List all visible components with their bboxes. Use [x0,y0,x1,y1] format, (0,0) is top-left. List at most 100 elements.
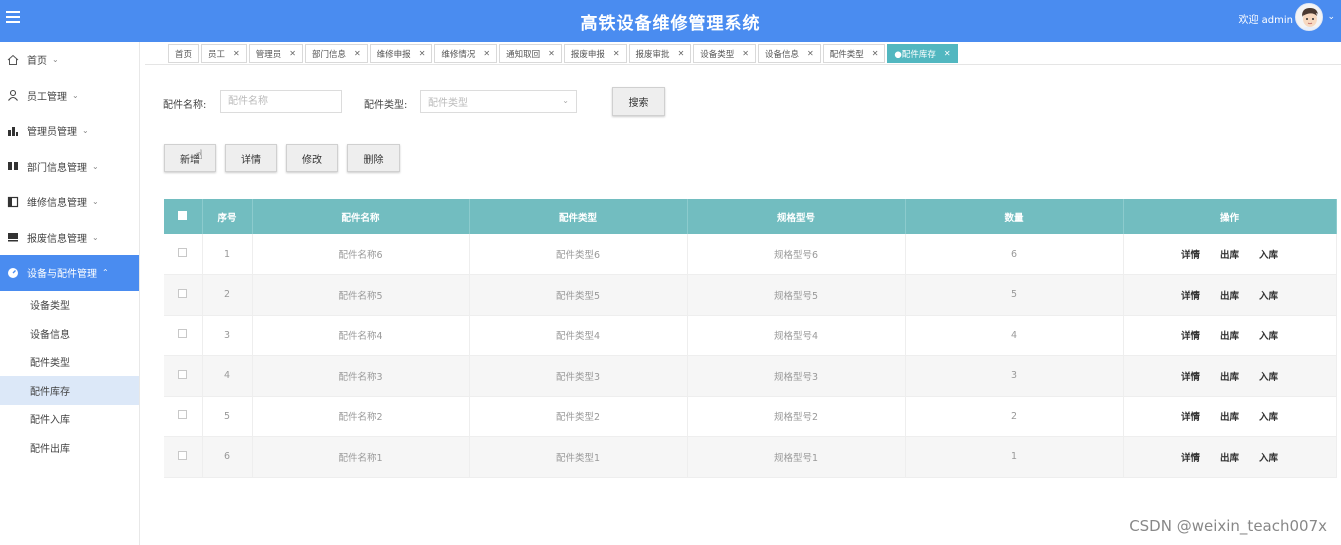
tab-part-type[interactable]: 配件类型 ✕ [822,44,886,63]
tab-scrap-apply[interactable]: 报废申报 ✕ [563,44,627,63]
row-out-link[interactable]: 出库 [1220,250,1239,261]
close-icon[interactable]: ✕ [678,49,685,58]
column-header[interactable]: 配件类型 [469,199,688,234]
row-out-link[interactable]: 出库 [1220,331,1239,342]
table-row[interactable]: 4 配件名称3 配件类型3 规格型号3 3 详情 出库 入库 [164,355,1337,397]
tab-notify-pickup[interactable]: 通知取回 ✕ [499,44,562,63]
select-all-checkbox[interactable] [178,210,188,220]
sidebar-item-equipment[interactable]: 设备与配件管理 ⌃ [0,255,139,291]
tab-equipment-info[interactable]: 设备信息 ✕ [757,44,821,63]
close-icon[interactable]: ✕ [548,49,555,58]
row-checkbox[interactable] [178,288,188,298]
row-detail-link[interactable]: 详情 [1181,412,1200,423]
sidebar-subitem-part-in[interactable]: 配件入库 [0,405,139,434]
sidebar-subitem-part-stock[interactable]: 配件库存 [0,376,139,405]
row-select-cell [164,234,203,275]
row-detail-link[interactable]: 详情 [1181,372,1200,383]
row-in-link[interactable]: 入库 [1259,412,1278,423]
mouse-pointer-icon: ☝ [195,148,203,163]
table-row[interactable]: 2 配件名称5 配件类型5 规格型号5 5 详情 出库 入库 [164,274,1337,316]
close-icon[interactable]: ✕ [944,49,951,58]
tab-staff[interactable]: 员工 ✕ [201,44,247,63]
close-icon[interactable]: ✕ [289,49,296,58]
close-icon[interactable]: ✕ [233,49,240,58]
row-in-link[interactable]: 入库 [1259,372,1278,383]
tab-equipment-type[interactable]: 设备类型 ✕ [693,44,756,63]
detail-button[interactable]: 详情 [225,144,277,172]
tab-home[interactable]: 首页 [168,44,200,63]
row-detail-link[interactable]: 详情 [1181,291,1200,302]
part-type-select[interactable]: 配件类型 ⌄ [420,90,577,113]
user-icon [6,89,19,102]
table-row[interactable]: 5 配件名称2 配件类型2 规格型号2 2 详情 出库 入库 [164,396,1337,437]
sidebar-item-department[interactable]: 部门信息管理 ⌄ [0,149,139,185]
row-checkbox[interactable] [178,450,188,460]
row-checkbox[interactable] [178,329,188,339]
app-title: 高铁设备维修管理系统 [580,14,761,34]
cell-actions: 详情 出库 入库 [1123,234,1337,275]
row-in-link[interactable]: 入库 [1259,291,1278,302]
chevron-down-icon[interactable]: ⌄ [1327,12,1335,22]
table-row[interactable]: 1 配件名称6 配件类型6 规格型号6 6 详情 出库 入库 [164,234,1337,275]
row-in-link[interactable]: 入库 [1259,331,1278,342]
row-out-link[interactable]: 出库 [1220,291,1239,302]
row-detail-link[interactable]: 详情 [1181,453,1200,464]
table-row[interactable]: 6 配件名称1 配件类型1 规格型号1 1 详情 出库 入库 [164,436,1337,478]
row-in-link[interactable]: 入库 [1259,453,1278,464]
close-icon[interactable]: ✕ [483,49,490,58]
row-out-link[interactable]: 出库 [1220,412,1239,423]
column-header: 操作 [1123,199,1337,234]
tab-repair-status[interactable]: 维修情况 ✕ [434,44,498,63]
sidebar-item-staff[interactable]: 员工管理 ⌄ [0,78,139,114]
column-header[interactable]: 数量 [905,199,1124,234]
row-checkbox[interactable] [178,248,188,257]
chart-bars-icon [6,124,19,137]
cell-part-type: 配件类型5 [469,274,688,316]
tab-department[interactable]: 部门信息 ✕ [304,44,368,63]
sidebar: 首页 ⌄ 员工管理 ⌄ 管理员管理 ⌄ 部门信息管理 ⌄ 维修信息管理 ⌄ 报废信息管理 ⌄ [0,42,140,545]
sidebar-item-admin[interactable]: 管理员管理 ⌄ [0,113,139,149]
row-detail-link[interactable]: 详情 [1181,250,1200,261]
sidebar-subitem-equipment-info[interactable]: 设备信息 [0,319,139,348]
close-icon[interactable]: ✕ [807,49,814,58]
avatar[interactable] [1295,3,1323,31]
cell-no: 6 [202,436,253,478]
tab-part-stock[interactable]: ●配件库存 ✕ [887,44,958,63]
search-button[interactable]: 搜索 [612,87,665,116]
row-checkbox[interactable] [178,410,188,420]
part-name-input[interactable] [220,90,342,113]
sidebar-subitem-part-out[interactable]: 配件出库 [0,433,139,462]
sidebar-subitem-equipment-type[interactable]: 设备类型 [0,291,139,320]
row-detail-link[interactable]: 详情 [1181,331,1200,342]
cell-actions: 详情 出库 入库 [1123,274,1337,316]
delete-button[interactable]: 删除 [347,144,400,172]
tab-bar: 首页 员工 ✕ 管理员 ✕ 部门信息 ✕ 维修申报 ✕ 维修情况 ✕ 通知取回 ✕ 报废申报… [168,44,960,64]
row-checkbox[interactable] [178,369,188,379]
close-icon[interactable]: ✕ [742,49,749,58]
close-icon[interactable]: ✕ [613,49,620,58]
sidebar-item-scrap[interactable]: 报废信息管理 ⌄ [0,220,139,256]
sidebar-item-home[interactable]: 首页 ⌄ [0,42,139,78]
row-select-cell [164,355,203,397]
row-in-link[interactable]: 入库 [1259,250,1278,261]
add-button[interactable]: 新增 [164,144,216,172]
sidebar-subitem-part-type[interactable]: 配件类型 [0,348,139,377]
close-icon[interactable]: ✕ [872,49,879,58]
column-header[interactable]: 规格型号 [687,199,906,234]
row-out-link[interactable]: 出库 [1220,372,1239,383]
column-header[interactable]: 序号 [202,199,253,234]
sidebar-item-repair[interactable]: 维修信息管理 ⌄ [0,184,139,220]
cell-model: 规格型号6 [687,234,906,275]
chevron-up-icon: ⌃ [102,268,109,278]
close-icon[interactable]: ✕ [354,49,361,58]
tab-scrap-approve[interactable]: 报废审批 ✕ [628,44,692,63]
chevron-down-icon: ⌄ [92,161,99,171]
home-icon [6,53,19,66]
table-row[interactable]: 3 配件名称4 配件类型4 规格型号4 4 详情 出库 入库 [164,315,1337,356]
close-icon[interactable]: ✕ [419,49,426,58]
tab-admin[interactable]: 管理员 ✕ [248,44,303,63]
row-out-link[interactable]: 出库 [1220,453,1239,464]
tab-repair-apply[interactable]: 维修申报 ✕ [369,44,433,63]
edit-button[interactable]: 修改 [286,144,338,172]
column-header[interactable]: 配件名称 [252,199,470,234]
